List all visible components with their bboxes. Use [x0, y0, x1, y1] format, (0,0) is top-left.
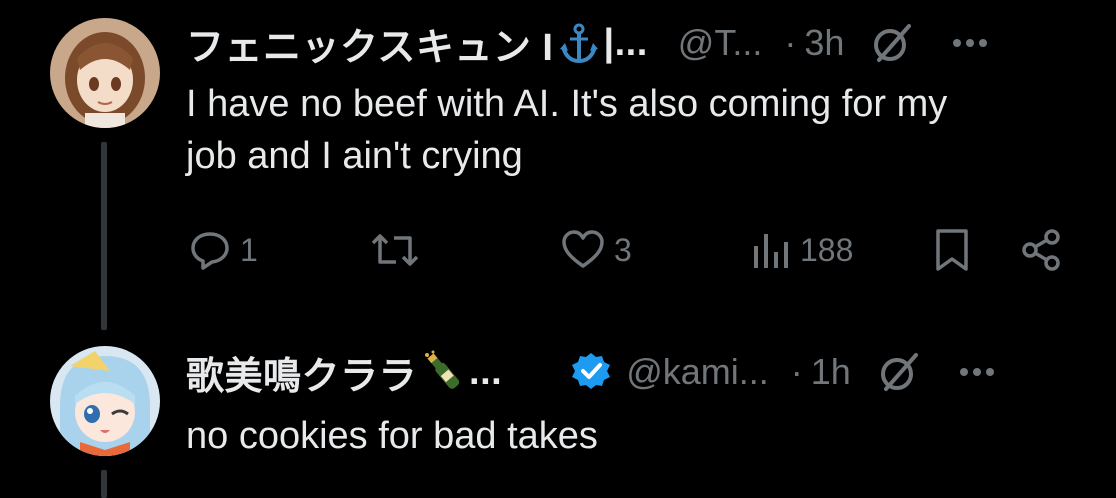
post-header: 歌美鳴クララ ... @kami... · 1h: [186, 346, 1001, 398]
display-name-tail: ...: [469, 350, 503, 393]
avatar[interactable]: [50, 346, 160, 456]
reply-icon: [188, 228, 232, 272]
display-name[interactable]: フェニックスキュン I: [186, 16, 553, 71]
like-count: 3: [614, 231, 632, 268]
views-button[interactable]: 188: [748, 220, 853, 280]
grok-icon[interactable]: [873, 346, 925, 398]
repost-button[interactable]: [370, 220, 428, 280]
like-icon: [560, 228, 606, 272]
handle[interactable]: @T...: [678, 22, 763, 64]
reply-button[interactable]: 1: [188, 220, 258, 280]
timestamp[interactable]: 1h: [811, 351, 851, 393]
bookmark-button[interactable]: [932, 220, 972, 280]
post-text-line: no cookies for bad takes: [186, 415, 598, 457]
separator-dot: ·: [784, 22, 797, 63]
display-name-tail: |...: [603, 21, 648, 64]
views-icon: [748, 228, 792, 272]
more-icon[interactable]: [953, 352, 1001, 392]
avatar[interactable]: [50, 18, 160, 128]
post-text: no cookies for bad takes: [186, 410, 598, 462]
post-text: I have no beef with AI. It's also coming…: [186, 78, 947, 182]
action-bar: 1 3 188: [184, 220, 1076, 280]
champagne-emoji: [421, 349, 467, 395]
share-icon: [1018, 227, 1064, 273]
grok-icon[interactable]: [866, 17, 918, 69]
post-text-line: job and I ain't crying: [186, 135, 523, 177]
bookmark-icon: [932, 227, 972, 273]
anchor-emoji: [557, 21, 601, 65]
reply-count: 1: [240, 231, 258, 268]
more-icon[interactable]: [946, 23, 994, 63]
views-count: 188: [800, 231, 854, 268]
separator-dot: ·: [790, 351, 803, 392]
share-button[interactable]: [1018, 220, 1064, 280]
post-text-line: I have no beef with AI. It's also coming…: [186, 83, 948, 125]
timestamp[interactable]: 3h: [804, 22, 844, 64]
post-header: フェニックスキュン I |... @T... · 3h: [186, 16, 994, 71]
verified-badge-icon: [570, 351, 612, 393]
like-button[interactable]: 3: [560, 220, 632, 280]
repost-icon: [370, 228, 420, 272]
handle[interactable]: @kami...: [626, 351, 769, 393]
display-name[interactable]: 歌美鳴クララ: [186, 345, 417, 400]
thread-line-bottom: [101, 470, 107, 498]
thread-line: [101, 142, 107, 330]
